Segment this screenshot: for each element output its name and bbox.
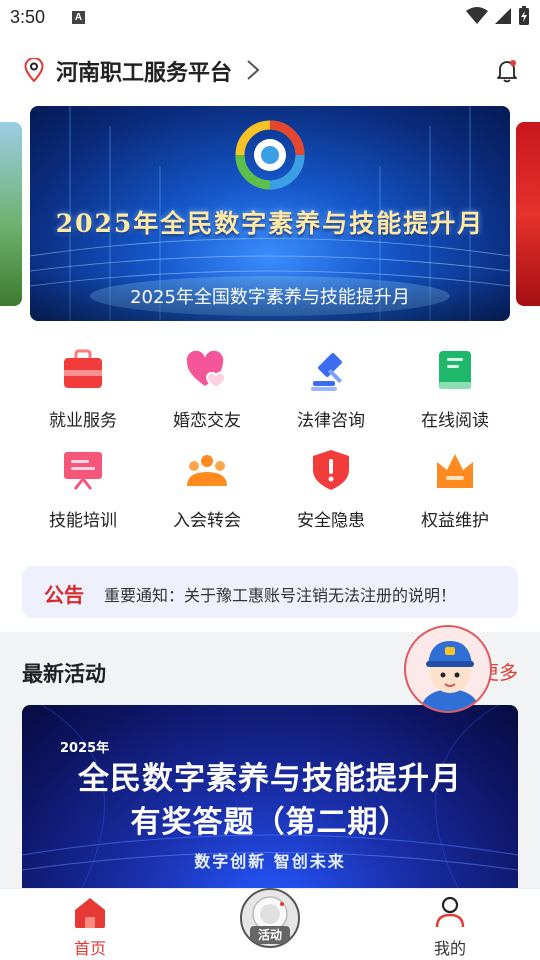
banner-prev-peek[interactable] xyxy=(0,122,22,306)
worker-mascot-icon xyxy=(420,641,480,711)
user-icon xyxy=(435,896,465,928)
signal-icon xyxy=(495,8,511,24)
bottom-tab-bar: 首页 活动 我的 xyxy=(0,888,540,960)
chevron-right-icon[interactable] xyxy=(246,59,260,81)
service-label: 就业服务 xyxy=(49,411,117,431)
service-label: 在线阅读 xyxy=(421,411,489,431)
notice-text[interactable]: 重要通知：关于豫工惠账号注销无法注册的说明！ xyxy=(104,582,456,606)
battery-icon xyxy=(519,6,529,25)
tab-activity-label: 活动 xyxy=(250,926,290,944)
service-employment[interactable]: 就业服务 xyxy=(21,348,145,431)
platform-title[interactable]: 河南职工服务平台 xyxy=(56,55,232,87)
service-label: 权益维护 xyxy=(421,511,489,531)
service-label: 安全隐患 xyxy=(297,511,365,531)
activity-headline: 全民数字素养与技能提升月 xyxy=(78,761,462,797)
notice-bar[interactable]: 公告 重要通知：关于豫工惠账号注销无法注册的说明！ xyxy=(22,566,518,618)
service-rights[interactable]: 权益维护 xyxy=(393,448,517,531)
notice-tag: 公告 xyxy=(44,583,84,607)
tab-label: 我的 xyxy=(433,939,466,958)
book-icon xyxy=(439,351,471,389)
service-safety[interactable]: 安全隐患 xyxy=(269,448,393,531)
activity-slogan: 数字创新 智创未来 xyxy=(194,852,346,871)
service-label: 婚恋交友 xyxy=(173,411,241,431)
header: 河南职工服务平台 xyxy=(0,36,540,106)
tab-activity-center[interactable]: 活动 xyxy=(240,888,300,948)
status-time: 3:50 xyxy=(10,7,46,27)
members-icon xyxy=(187,455,227,486)
tab-home[interactable]: 首页 xyxy=(30,895,150,959)
activity-subheadline: 有奖答题（第二期） xyxy=(130,805,410,840)
service-reading[interactable]: 在线阅读 xyxy=(393,348,517,431)
shield-alert-icon xyxy=(313,450,349,490)
banner-headline: 2025年全民数字素养与技能提升月 xyxy=(55,209,485,238)
banner-next-peek[interactable] xyxy=(516,122,540,306)
presentation-icon xyxy=(64,452,102,490)
notification-a-icon: A xyxy=(72,11,85,24)
wifi-icon xyxy=(466,7,488,24)
service-label: 技能培训 xyxy=(49,511,117,531)
banner-carousel[interactable]: 2025年全民数字素养与技能提升月 2025年全国数字素养与技能提升月 xyxy=(0,106,540,328)
service-membership[interactable]: 入会转会 xyxy=(145,448,269,531)
service-dating[interactable]: 婚恋交友 xyxy=(145,348,269,431)
service-training[interactable]: 技能培训 xyxy=(21,448,145,531)
bell-icon[interactable] xyxy=(496,58,518,84)
service-grid: 就业服务 婚恋交友 法律咨询 在线阅读 技能培训 入会转会 安全隐患 权益维护 … xyxy=(0,328,540,632)
assistant-mascot-button[interactable] xyxy=(404,625,492,713)
activity-card[interactable]: 2025年 全民数字素养与技能提升月 有奖答题（第二期） 数字创新 智创未来 xyxy=(22,705,518,888)
crown-icon xyxy=(437,454,473,488)
banner-caption: 2025年全国数字素养与技能提升月 xyxy=(130,287,410,308)
tab-label: 首页 xyxy=(73,939,106,958)
status-bar: 3:50 A xyxy=(0,0,540,36)
banner-slide[interactable]: 2025年全民数字素养与技能提升月 2025年全国数字素养与技能提升月 xyxy=(30,106,510,321)
briefcase-icon xyxy=(64,349,102,388)
gavel-icon xyxy=(311,353,343,391)
location-pin-icon[interactable] xyxy=(24,58,44,82)
status-icons xyxy=(466,6,530,26)
home-icon xyxy=(75,898,105,928)
service-legal[interactable]: 法律咨询 xyxy=(269,348,393,431)
hearts-icon xyxy=(186,350,227,390)
section-title: 最新活动 xyxy=(22,662,106,686)
digital-logo-icon xyxy=(235,120,305,190)
tab-mine[interactable]: 我的 xyxy=(390,895,510,959)
service-label: 法律咨询 xyxy=(297,411,365,431)
service-label: 入会转会 xyxy=(173,511,241,531)
